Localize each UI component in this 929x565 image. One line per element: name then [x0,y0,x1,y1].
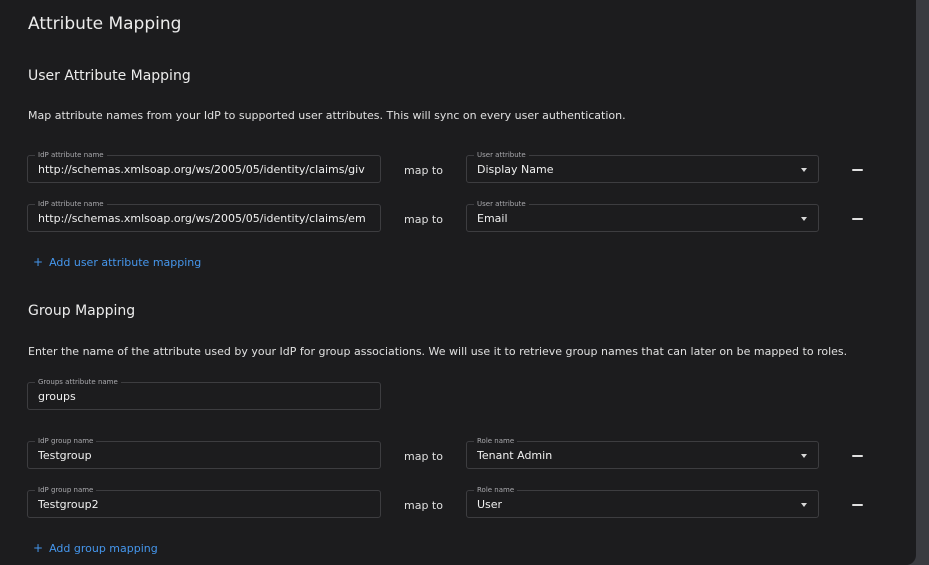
idp-attribute-name-label: IdP attribute name [35,199,107,209]
idp-attribute-name-value: http://schemas.xmlsoap.org/ws/2005/05/id… [38,163,365,176]
map-to-label: map to [404,450,443,463]
user-attribute-label: User attribute [474,199,529,209]
caret-down-icon [801,168,807,172]
add-group-mapping-button[interactable]: + Add group mapping [33,541,158,555]
remove-group-mapping-minus-icon[interactable] [852,455,863,457]
idp-group-name-value: Testgroup2 [38,498,99,511]
map-to-label: map to [404,499,443,512]
remove-group-mapping-minus-icon[interactable] [852,504,863,506]
idp-attribute-name-label: IdP attribute name [35,150,107,160]
page-title: Attribute Mapping [28,14,182,34]
idp-attribute-name-field[interactable]: IdP attribute name http://schemas.xmlsoa… [27,199,381,232]
caret-down-icon [801,454,807,458]
group-mapping-heading: Group Mapping [28,303,136,319]
idp-group-name-field[interactable]: IdP group name Testgroup [27,436,381,469]
idp-group-name-field[interactable]: IdP group name Testgroup2 [27,485,381,518]
user-attribute-value: Email [477,212,508,225]
add-user-attribute-mapping-label: Add user attribute mapping [49,256,202,269]
idp-attribute-name-field[interactable]: IdP attribute name http://schemas.xmlsoa… [27,150,381,183]
idp-group-name-label: IdP group name [35,436,97,446]
user-attribute-value: Display Name [477,163,554,176]
user-attribute-select[interactable]: User attribute Email [466,199,819,232]
map-to-label: map to [404,213,443,226]
user-attribute-select[interactable]: User attribute Display Name [466,150,819,183]
caret-down-icon [801,217,807,221]
idp-group-name-value: Testgroup [38,449,92,462]
user-attribute-label: User attribute [474,150,529,160]
role-name-label: Role name [474,485,518,495]
groups-attribute-name-label: Groups attribute name [35,377,121,387]
idp-group-name-label: IdP group name [35,485,97,495]
remove-mapping-minus-icon[interactable] [852,169,863,171]
caret-down-icon [801,503,807,507]
role-name-select[interactable]: Role name User [466,485,819,518]
idp-attribute-name-value: http://schemas.xmlsoap.org/ws/2005/05/id… [38,212,366,225]
attribute-mapping-panel: Attribute Mapping User Attribute Mapping… [0,0,916,565]
plus-icon: + [33,541,44,555]
group-mapping-description: Enter the name of the attribute used by … [28,345,848,358]
role-name-label: Role name [474,436,518,446]
remove-mapping-minus-icon[interactable] [852,218,863,220]
groups-attribute-name-value: groups [38,390,76,403]
role-name-value: Tenant Admin [477,449,553,462]
role-name-select[interactable]: Role name Tenant Admin [466,436,819,469]
add-user-attribute-mapping-button[interactable]: + Add user attribute mapping [33,255,201,269]
plus-icon: + [33,255,44,269]
user-attribute-mapping-heading: User Attribute Mapping [28,68,191,84]
user-attribute-mapping-description: Map attribute names from your IdP to sup… [28,109,626,122]
role-name-value: User [477,498,503,511]
groups-attribute-name-field[interactable]: Groups attribute name groups [27,377,381,410]
add-group-mapping-label: Add group mapping [49,542,158,555]
map-to-label: map to [404,164,443,177]
